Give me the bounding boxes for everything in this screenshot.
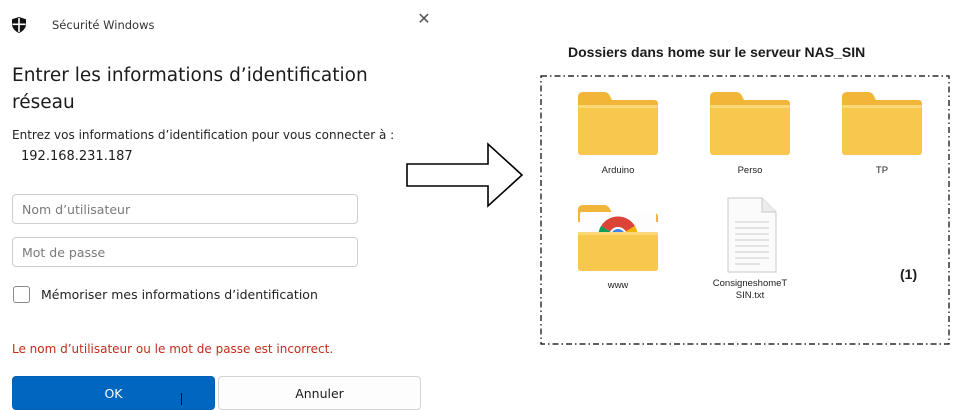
chrome-folder-icon	[578, 205, 658, 271]
folder-view: Arduino Perso TP www ConsigneshomeT SIN.…	[540, 75, 950, 345]
item-label-line: SIN.txt	[735, 290, 765, 301]
remember-checkbox[interactable]	[13, 286, 30, 303]
folder-icon	[578, 92, 658, 155]
item-label: ConsigneshomeT SIN.txt	[700, 278, 800, 302]
item-label: Arduino	[601, 165, 635, 176]
close-button[interactable]: ✕	[413, 8, 435, 30]
error-message: Le nom d’utilisateur ou le mot de passe …	[12, 342, 334, 356]
shield-icon	[12, 17, 26, 33]
item-label-line: ConsigneshomeT	[712, 278, 788, 289]
title-bar: Sécurité Windows	[12, 17, 154, 33]
folder-icon	[842, 92, 922, 155]
text-file-icon	[727, 197, 777, 273]
connect-prompt: Entrez vos informations d’identification…	[12, 128, 395, 142]
username-input[interactable]	[12, 194, 358, 224]
app-title: Sécurité Windows	[52, 18, 155, 32]
host-address: 192.168.231.187	[21, 149, 133, 164]
folder-icon	[710, 92, 790, 155]
close-icon: ✕	[417, 11, 431, 28]
item-label: www	[607, 280, 629, 291]
remember-credentials[interactable]: Mémoriser mes informations d’identificat…	[13, 286, 318, 303]
text-cursor	[181, 393, 182, 405]
folder-item[interactable]: www	[568, 202, 668, 292]
folder-item[interactable]: Perso	[700, 89, 800, 177]
annotation-badge: (1)	[900, 266, 918, 282]
right-arrow-icon	[406, 142, 524, 208]
dialog-heading: Entrer les informations d’identification…	[12, 65, 368, 113]
item-label: Perso	[737, 165, 763, 176]
remember-label: Mémoriser mes informations d’identificat…	[41, 287, 318, 302]
credentials-dialog: Sécurité Windows ✕ Entrer les informatio…	[0, 0, 440, 410]
panel-title: Dossiers dans home sur le serveur NAS_SI…	[568, 44, 866, 60]
folder-item[interactable]: TP	[832, 89, 932, 177]
file-item[interactable]: ConsigneshomeT SIN.txt	[700, 196, 800, 302]
item-label: TP	[875, 165, 889, 176]
folder-item[interactable]: Arduino	[568, 89, 668, 177]
password-input[interactable]	[12, 237, 358, 267]
